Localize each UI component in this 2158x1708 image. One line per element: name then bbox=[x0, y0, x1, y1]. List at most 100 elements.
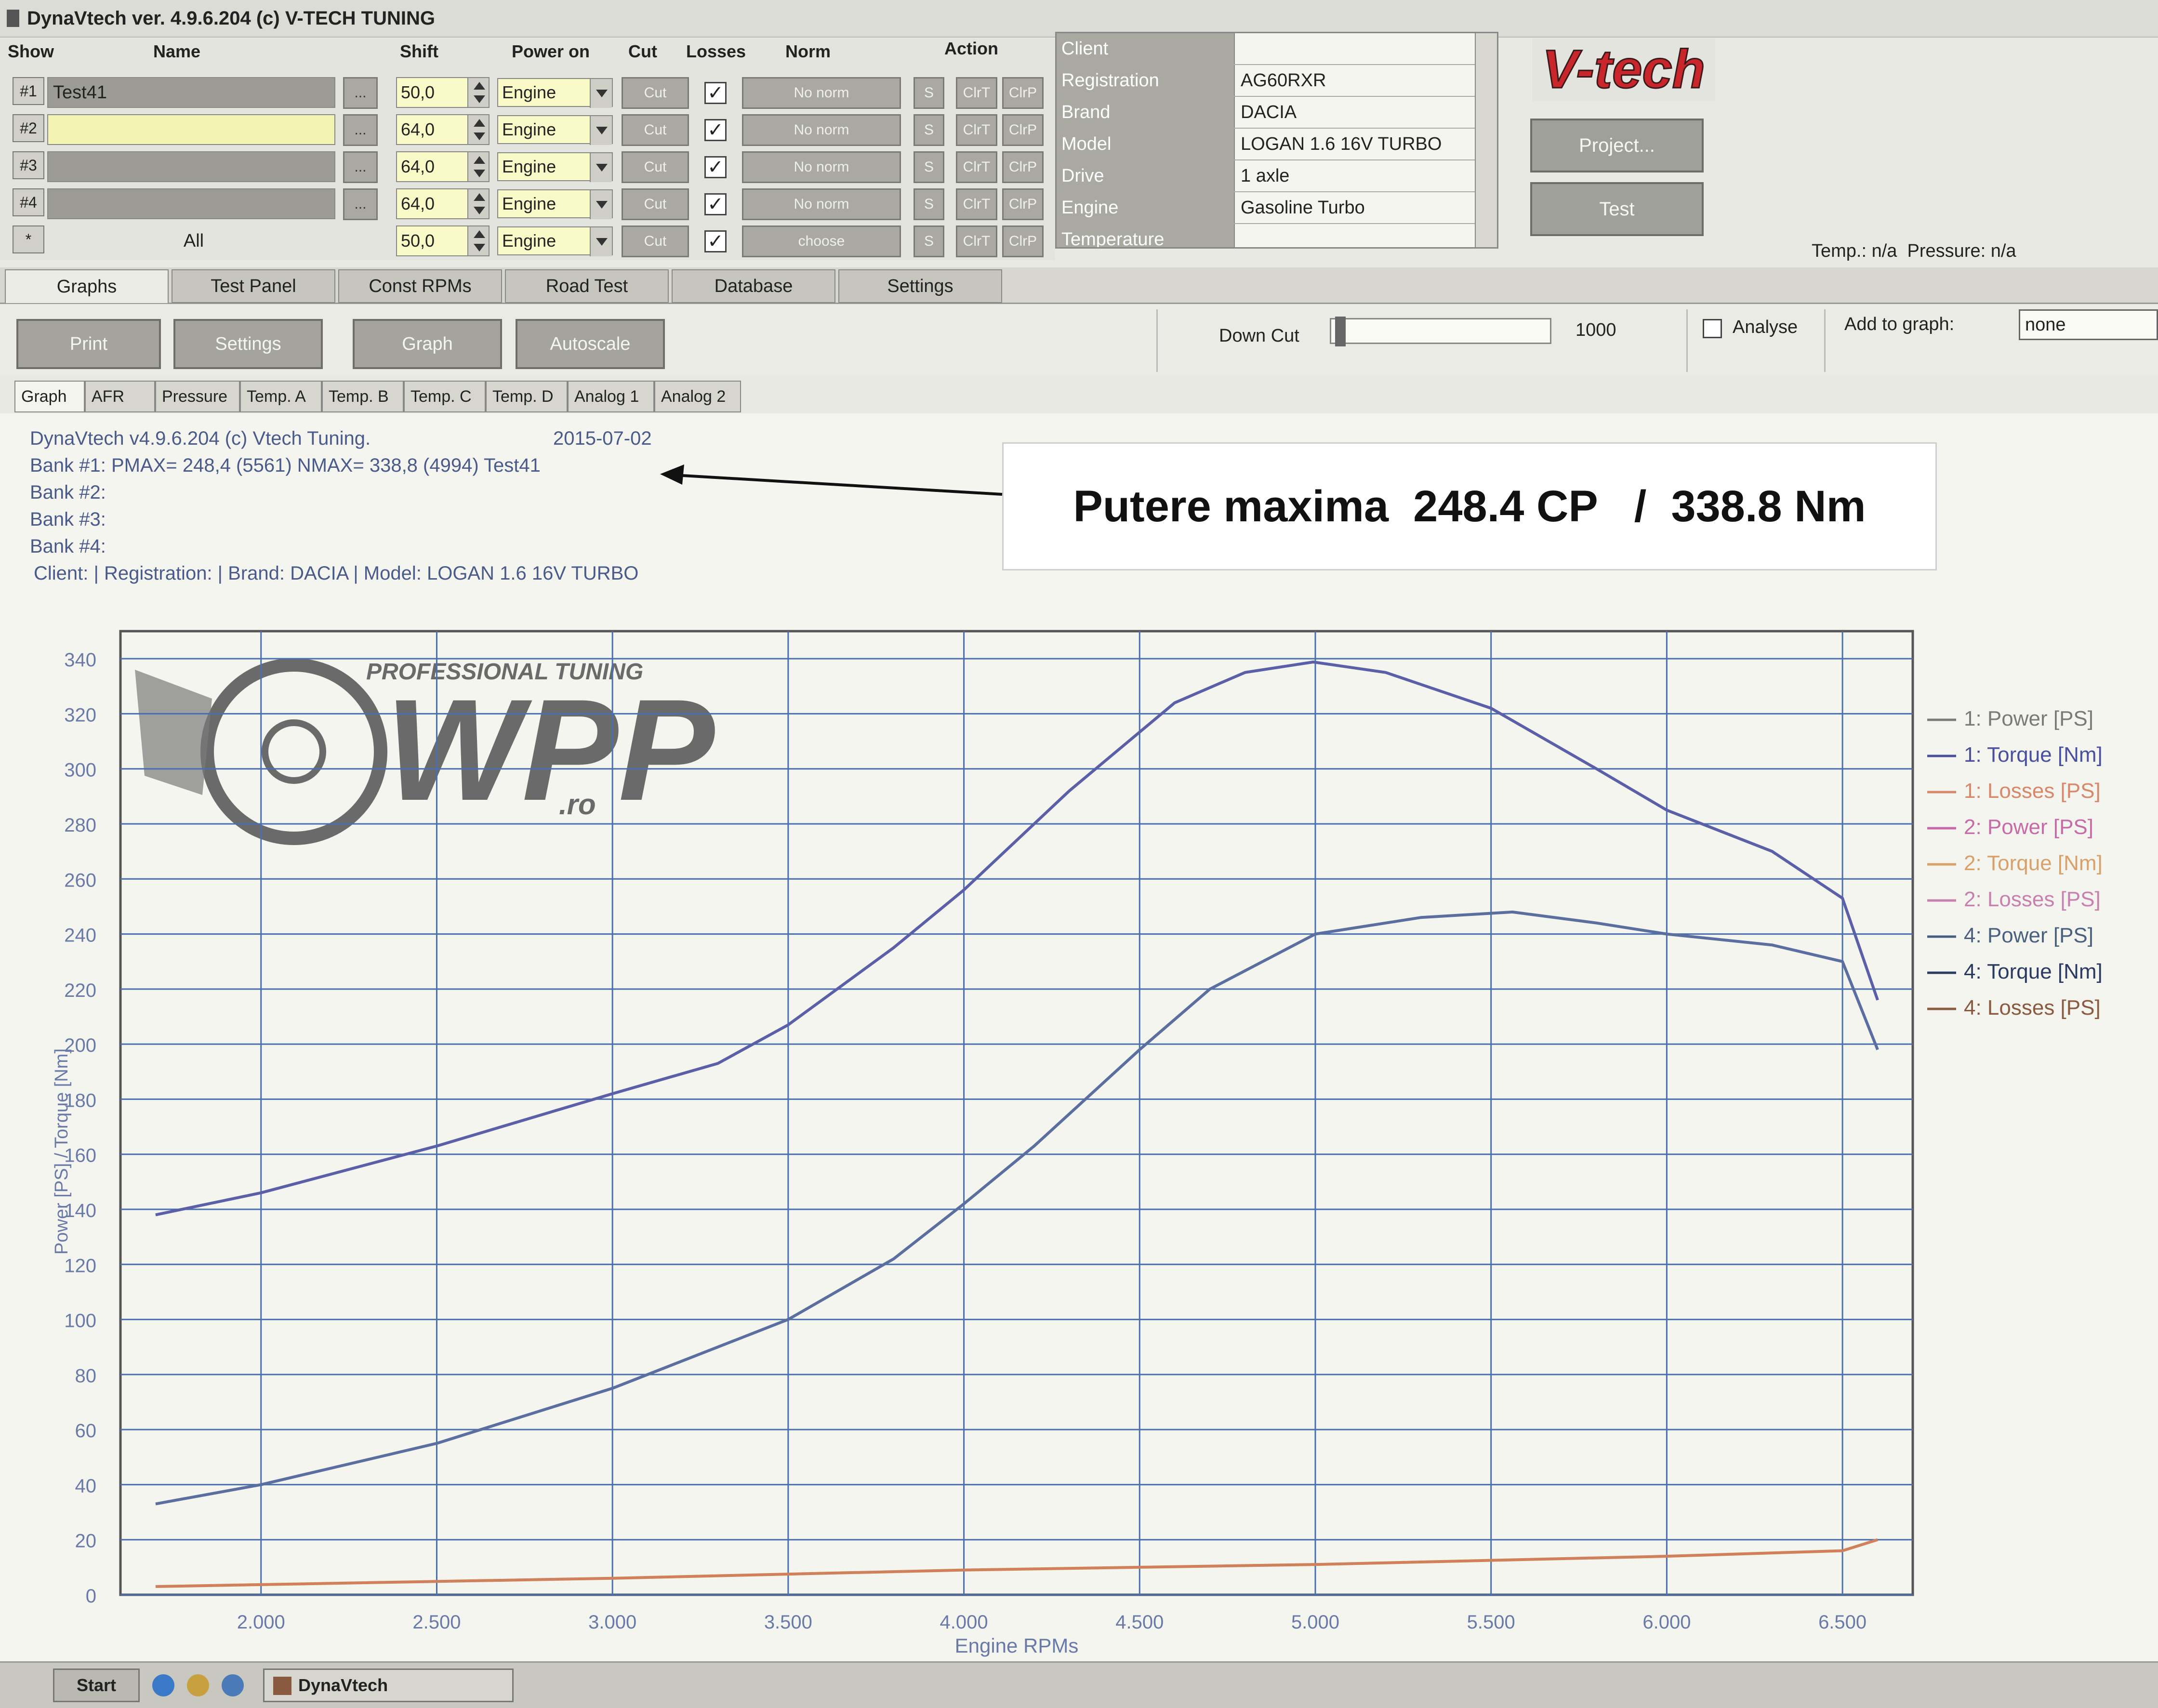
row-clrp-button[interactable]: ClrP bbox=[1002, 188, 1044, 220]
row-s-button[interactable]: S bbox=[914, 151, 944, 183]
row-shift-spinner[interactable] bbox=[467, 77, 490, 108]
client-value[interactable]: LOGAN 1.6 16V TURBO bbox=[1235, 129, 1497, 159]
row-shift-input[interactable]: 50,0 bbox=[396, 77, 468, 108]
row-cut-button[interactable]: Cut bbox=[622, 77, 689, 109]
tab-const-rpms[interactable]: Const RPMs bbox=[338, 269, 502, 303]
tab-road-test[interactable]: Road Test bbox=[505, 269, 669, 303]
subtab-analog-1[interactable]: Analog 1 bbox=[568, 381, 654, 412]
row-clrt-button[interactable]: ClrT bbox=[956, 225, 997, 257]
row-name-field[interactable]: All bbox=[47, 225, 335, 256]
row-show-toggle[interactable]: #4 bbox=[13, 188, 44, 216]
row-norm-button[interactable]: No norm bbox=[742, 188, 901, 220]
chevron-down-icon[interactable] bbox=[590, 190, 612, 219]
client-value[interactable]: 1 axle bbox=[1235, 160, 1497, 191]
test-button[interactable]: Test bbox=[1530, 182, 1704, 236]
row-show-toggle[interactable]: * bbox=[13, 225, 44, 253]
add-to-graph-select[interactable]: none bbox=[2019, 309, 2158, 340]
tab-test-panel[interactable]: Test Panel bbox=[172, 269, 335, 303]
row-norm-button[interactable]: No norm bbox=[742, 77, 901, 109]
row-shift-spinner[interactable] bbox=[467, 151, 490, 182]
media-icon[interactable] bbox=[222, 1674, 244, 1696]
subtab-temp-b[interactable]: Temp. B bbox=[322, 381, 404, 412]
row-clrp-button[interactable]: ClrP bbox=[1002, 114, 1044, 146]
row-losses-checkbox[interactable]: ✓ bbox=[704, 82, 727, 104]
row-power-on-select[interactable]: Engine bbox=[497, 189, 613, 219]
chevron-down-icon[interactable] bbox=[590, 227, 612, 256]
row-clrt-button[interactable]: ClrT bbox=[956, 114, 997, 146]
row-clrp-button[interactable]: ClrP bbox=[1002, 151, 1044, 183]
row-norm-button[interactable]: choose bbox=[742, 225, 901, 257]
row-shift-input[interactable]: 50,0 bbox=[396, 225, 468, 256]
row-clrt-button[interactable]: ClrT bbox=[956, 77, 997, 109]
row-cut-button[interactable]: Cut bbox=[622, 225, 689, 257]
client-table-scrollbar[interactable] bbox=[1475, 33, 1497, 247]
row-s-button[interactable]: S bbox=[914, 114, 944, 146]
row-s-button[interactable]: S bbox=[914, 225, 944, 257]
subtab-temp-d[interactable]: Temp. D bbox=[486, 381, 568, 412]
row-losses-checkbox[interactable]: ✓ bbox=[704, 193, 727, 215]
row-clrp-button[interactable]: ClrP bbox=[1002, 225, 1044, 257]
row-clrt-button[interactable]: ClrT bbox=[956, 151, 997, 183]
row-s-button[interactable]: S bbox=[914, 188, 944, 220]
project-button[interactable]: Project... bbox=[1530, 119, 1704, 172]
row-losses-checkbox[interactable]: ✓ bbox=[704, 156, 727, 178]
chevron-down-icon[interactable] bbox=[590, 79, 612, 108]
row-name-field[interactable] bbox=[47, 151, 335, 182]
start-button[interactable]: Start bbox=[53, 1668, 140, 1702]
row-clrp-button[interactable]: ClrP bbox=[1002, 77, 1044, 109]
row-shift-input[interactable]: 64,0 bbox=[396, 114, 468, 145]
subtab-pressure[interactable]: Pressure bbox=[155, 381, 240, 412]
down-cut-slider[interactable] bbox=[1330, 317, 1551, 346]
analyse-checkbox[interactable] bbox=[1703, 319, 1722, 338]
row-shift-input[interactable]: 64,0 bbox=[396, 188, 468, 219]
row-losses-checkbox[interactable]: ✓ bbox=[704, 230, 727, 252]
row-power-on-select[interactable]: Engine bbox=[497, 226, 613, 256]
row-shift-spinner[interactable] bbox=[467, 188, 490, 219]
row-shift-spinner[interactable] bbox=[467, 225, 490, 256]
row-browse-button[interactable]: ... bbox=[343, 151, 378, 183]
row-show-toggle[interactable]: #1 bbox=[13, 77, 44, 105]
client-value[interactable] bbox=[1235, 33, 1497, 64]
client-value[interactable]: Gasoline Turbo bbox=[1235, 192, 1497, 223]
taskbar-dynavtech[interactable]: DynaVtech bbox=[263, 1668, 514, 1702]
row-cut-button[interactable]: Cut bbox=[622, 151, 689, 183]
tab-graphs[interactable]: Graphs bbox=[5, 269, 169, 303]
row-power-on-select[interactable]: Engine bbox=[497, 78, 613, 108]
subtab-temp-c[interactable]: Temp. C bbox=[404, 381, 486, 412]
client-value[interactable] bbox=[1235, 224, 1497, 247]
autoscale-button[interactable]: Autoscale bbox=[516, 319, 665, 369]
row-show-toggle[interactable]: #2 bbox=[13, 114, 44, 142]
row-s-button[interactable]: S bbox=[914, 77, 944, 109]
subtab-graph[interactable]: Graph bbox=[14, 381, 85, 412]
row-name-field[interactable]: Test41 bbox=[47, 77, 335, 108]
row-shift-spinner[interactable] bbox=[467, 114, 490, 145]
folder-icon[interactable] bbox=[187, 1674, 209, 1696]
row-norm-button[interactable]: No norm bbox=[742, 114, 901, 146]
client-value[interactable]: DACIA bbox=[1235, 97, 1497, 128]
print-button[interactable]: Print bbox=[16, 319, 161, 369]
row-power-on-select[interactable]: Engine bbox=[497, 115, 613, 145]
ie-icon[interactable] bbox=[152, 1674, 174, 1696]
row-shift-input[interactable]: 64,0 bbox=[396, 151, 468, 182]
chevron-down-icon[interactable] bbox=[590, 116, 612, 145]
client-value[interactable]: AG60RXR bbox=[1235, 65, 1497, 96]
row-cut-button[interactable]: Cut bbox=[622, 188, 689, 220]
row-browse-button[interactable]: ... bbox=[343, 114, 378, 146]
row-name-field[interactable] bbox=[47, 114, 335, 145]
row-clrt-button[interactable]: ClrT bbox=[956, 188, 997, 220]
tab-database[interactable]: Database bbox=[672, 269, 835, 303]
subtab-afr[interactable]: AFR bbox=[85, 381, 155, 412]
slider-thumb[interactable] bbox=[1335, 317, 1346, 346]
row-losses-checkbox[interactable]: ✓ bbox=[704, 119, 727, 141]
row-name-field[interactable] bbox=[47, 188, 335, 219]
graph-button[interactable]: Graph bbox=[353, 319, 502, 369]
chevron-down-icon[interactable] bbox=[590, 153, 612, 182]
tab-settings[interactable]: Settings bbox=[838, 269, 1002, 303]
subtab-analog-2[interactable]: Analog 2 bbox=[654, 381, 741, 412]
subtab-temp-a[interactable]: Temp. A bbox=[240, 381, 322, 412]
row-cut-button[interactable]: Cut bbox=[622, 114, 689, 146]
row-norm-button[interactable]: No norm bbox=[742, 151, 901, 183]
settings-button[interactable]: Settings bbox=[173, 319, 323, 369]
row-browse-button[interactable]: ... bbox=[343, 188, 378, 220]
row-show-toggle[interactable]: #3 bbox=[13, 151, 44, 179]
